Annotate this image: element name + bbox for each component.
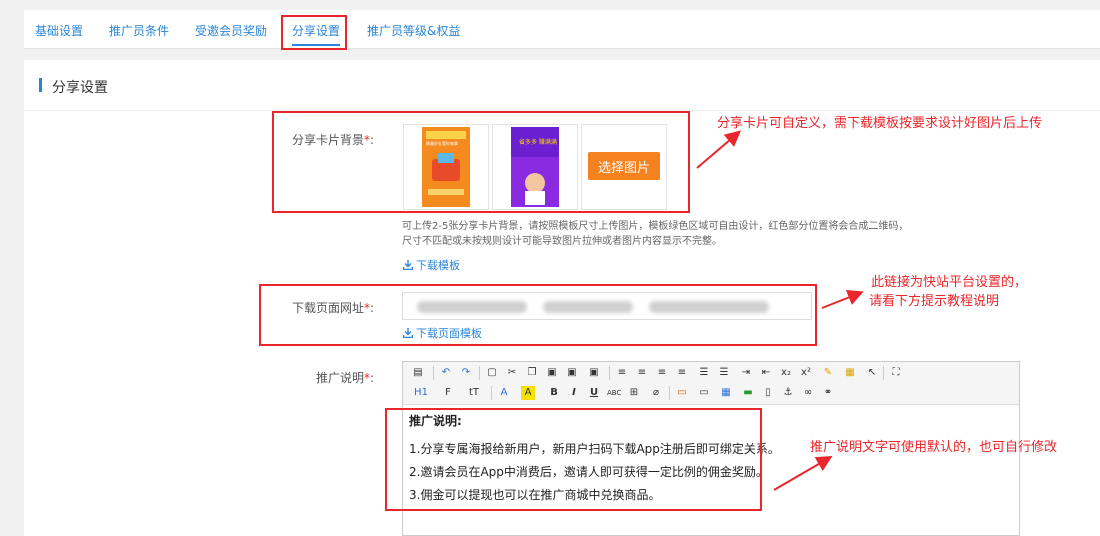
arrow-card-note bbox=[696, 130, 742, 169]
annotation-arrows bbox=[696, 130, 864, 491]
annotation-url-note-1: 此链接为快站平台设置的， bbox=[871, 275, 1028, 290]
annotation-card-note: 分享卡片可自定义，需下载模板按要求设计好图片后上传 bbox=[717, 116, 1043, 131]
arrow-url-note bbox=[821, 289, 864, 309]
arrow-promo-note bbox=[773, 455, 833, 491]
annotation-promo-note: 推广说明文字可使用默认的，也可自行修改 bbox=[810, 440, 1058, 455]
annotation-url-note-2: 请看下方提示教程说明 bbox=[869, 294, 1000, 309]
